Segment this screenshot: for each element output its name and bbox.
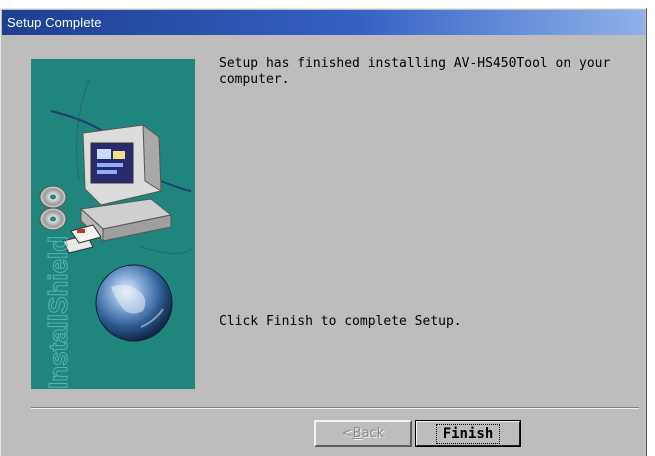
installshield-computer-globe-icon: InstallShield: [39, 78, 192, 389]
window-title: Setup Complete: [7, 15, 102, 30]
back-button[interactable]: < Back: [314, 420, 412, 447]
back-label-prefix: <: [341, 426, 353, 441]
setup-complete-dialog: Setup Complete InstallShield Setup has f…: [0, 8, 647, 456]
finish-label: Finish: [435, 423, 501, 444]
installshield-watermark: InstallShield: [43, 236, 73, 389]
button-separator: [31, 407, 639, 409]
finish-instruction: Click Finish to complete Setup.: [219, 314, 462, 329]
back-label-rest: ack: [361, 426, 385, 441]
back-label-accel: B: [352, 426, 362, 441]
title-bar[interactable]: Setup Complete: [2, 10, 645, 35]
installshield-banner: InstallShield: [31, 59, 195, 389]
finish-button[interactable]: Finish: [415, 420, 521, 447]
finished-message: Setup has finished installing AV-HS450To…: [219, 56, 611, 87]
